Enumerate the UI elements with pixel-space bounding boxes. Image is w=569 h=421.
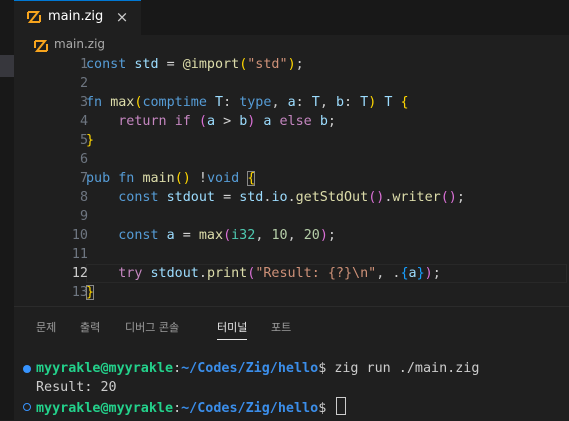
tab-problems[interactable]: 문제 [36, 319, 56, 335]
terminal-cursor [336, 397, 347, 415]
breadcrumb-file: main.zig [54, 37, 106, 51]
activity-selection-indicator [0, 55, 14, 77]
line-number: 4 [79, 114, 88, 129]
bottom-panel: 문제 출력 디버그 콘솔 터미널 포트 myyrakle@myyrakle:~/… [14, 306, 569, 421]
current-line: 12 try stdout.print("Result: {?}\n", .{a… [14, 264, 569, 283]
line-number: 10 [71, 228, 88, 243]
line-number: 3 [79, 95, 88, 110]
tab-output[interactable]: 출력 [80, 319, 100, 335]
code-text: fn max(comptime T: type, a: T, b: T) T { [86, 95, 409, 110]
code-line: 2 [14, 74, 569, 93]
code-text: const std = @import("std"); [86, 57, 304, 72]
code-editor[interactable]: 1 const std = @import("std"); 2 3 fn max… [14, 55, 569, 305]
code-line: 4 return if (a > b) a else b; [14, 112, 569, 131]
code-line: 7 pub fn main() !void { [14, 169, 569, 188]
code-text: pub fn main() !void { [86, 171, 256, 186]
line-number: 9 [79, 209, 88, 224]
zig-file-icon [34, 40, 48, 52]
terminal-command-line: myyrakle@myyrakle:~/Codes/Zig/hello$ zig… [36, 361, 480, 376]
code-line: 11 [14, 245, 569, 264]
code-line: 5 } [14, 131, 569, 150]
code-line: 3 fn max(comptime T: type, a: T, b: T) T… [14, 93, 569, 112]
code-line: 9 [14, 207, 569, 226]
line-number: 1 [79, 57, 88, 72]
code-line: 10 const a = max(i32, 10, 20); [14, 226, 569, 245]
line-number: 2 [79, 76, 88, 91]
line-number: 7 [79, 171, 88, 186]
code-text: try stdout.print("Result: {?}\n", .{a}); [118, 266, 441, 281]
line-number: 8 [79, 190, 88, 205]
line-number: 13 [71, 285, 88, 300]
code-text: return if (a > b) a else b; [118, 114, 336, 129]
line-number: 12 [71, 266, 88, 281]
code-line: 6 [14, 150, 569, 169]
tab-terminal[interactable]: 터미널 [217, 319, 248, 340]
tab-label: main.zig [48, 9, 104, 24]
code-text: } [86, 285, 95, 300]
zig-file-icon [27, 11, 41, 23]
code-text: const stdout = std.io.getStdOut().writer… [118, 190, 465, 205]
tab-debug-console[interactable]: 디버그 콘솔 [125, 319, 179, 335]
code-line: 8 const stdout = std.io.getStdOut().writ… [14, 188, 569, 207]
terminal-prompt-line: myyrakle@myyrakle:~/Codes/Zig/hello$ [36, 397, 347, 418]
terminal-output: Result: 20 [36, 380, 117, 395]
tab-ports[interactable]: 포트 [271, 319, 291, 335]
command-success-dot-icon[interactable] [23, 365, 31, 373]
tab-main-zig[interactable]: main.zig × [14, 0, 141, 35]
code-line: 1 const std = @import("std"); [14, 55, 569, 74]
code-text: const a = max(i32, 10, 20); [118, 228, 336, 243]
editor-tab-bar: main.zig × [14, 0, 569, 35]
code-line: 13 } [14, 283, 569, 302]
line-number: 5 [79, 133, 88, 148]
activity-bar [0, 0, 14, 420]
code-text: } [86, 133, 95, 148]
command-pending-dot-icon[interactable] [23, 403, 31, 411]
line-number: 11 [71, 247, 88, 262]
close-icon[interactable]: × [114, 8, 130, 26]
line-number: 6 [79, 152, 88, 167]
